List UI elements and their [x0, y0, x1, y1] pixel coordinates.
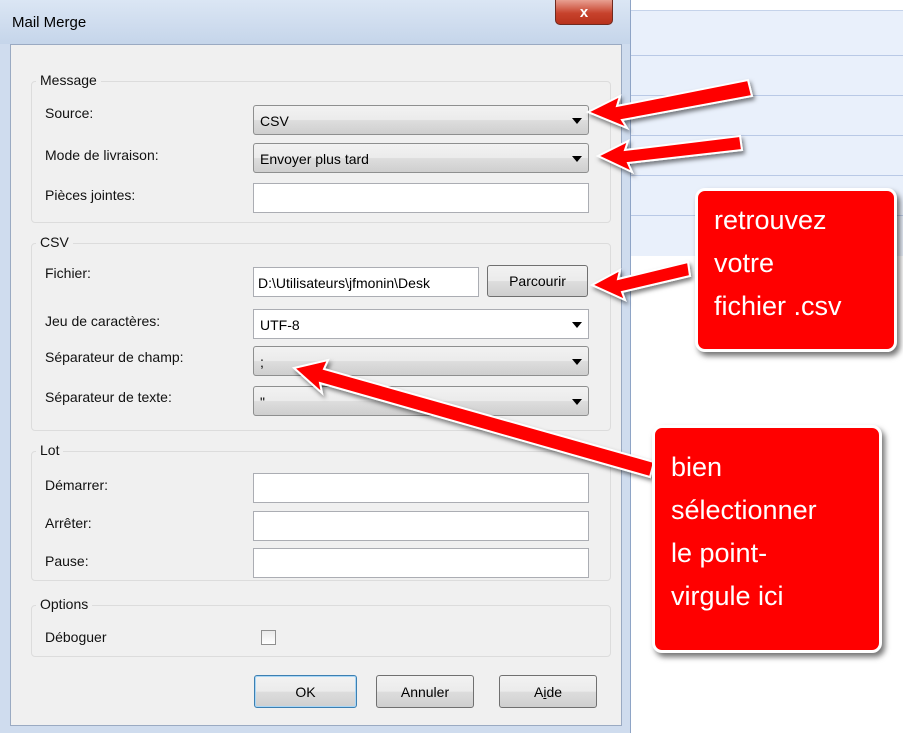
callout-file: retrouvez votre fichier .csv: [695, 188, 897, 352]
arrow-to-delivery: [595, 134, 744, 175]
callout-file-line: votre: [714, 248, 775, 278]
callout-file-line: retrouvez: [714, 205, 827, 235]
arrow-to-browse: [589, 260, 692, 302]
arrow-to-field-separator: [291, 358, 656, 479]
arrow-to-source: [585, 78, 754, 131]
callout-file-line: fichier .csv: [714, 291, 842, 321]
callout-separator-line: sélectionner: [671, 495, 817, 525]
callout-separator-line: virgule ici: [671, 581, 784, 611]
callout-separator-line: bien: [671, 452, 723, 482]
callout-separator-line: le point-: [671, 538, 768, 568]
callout-separator: bien sélectionner le point- virgule ici: [652, 425, 882, 653]
